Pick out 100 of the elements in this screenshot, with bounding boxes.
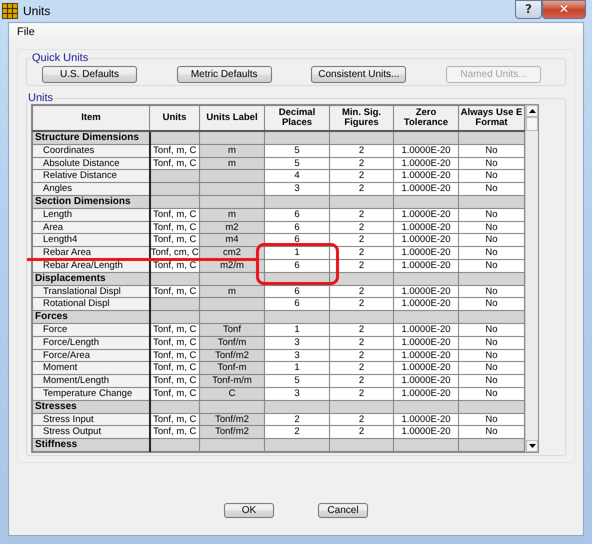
table-cell[interactable]: m bbox=[200, 157, 264, 170]
table-cell[interactable]: No bbox=[458, 170, 524, 183]
column-header[interactable]: Zero Tolerance bbox=[394, 106, 458, 131]
table-cell[interactable]: No bbox=[458, 259, 524, 272]
table-cell[interactable]: No bbox=[458, 426, 524, 439]
quick-units-button[interactable]: U.S. Defaults bbox=[42, 66, 137, 83]
table-cell[interactable]: 1.0000E-20 bbox=[394, 144, 458, 158]
table-cell[interactable]: 1.0000E-20 bbox=[394, 157, 458, 170]
table-cell[interactable]: No bbox=[458, 362, 524, 375]
table-cell[interactable]: 6 bbox=[264, 285, 330, 298]
table-cell[interactable]: m bbox=[200, 285, 264, 298]
table-cell[interactable]: No bbox=[458, 387, 524, 400]
table-cell[interactable]: Tonf/m2 bbox=[200, 349, 264, 362]
table-cell[interactable]: No bbox=[458, 374, 524, 388]
table-cell[interactable]: 1.0000E-20 bbox=[394, 298, 458, 311]
table-cell[interactable]: 3 bbox=[264, 336, 330, 350]
table-cell[interactable]: 2 bbox=[330, 144, 394, 158]
table-cell[interactable]: 2 bbox=[330, 221, 394, 234]
table-cell[interactable]: No bbox=[458, 298, 524, 311]
table-cell[interactable]: 2 bbox=[330, 413, 394, 426]
table-cell[interactable]: 1.0000E-20 bbox=[394, 413, 458, 426]
column-header[interactable]: Min. Sig. Figures bbox=[330, 106, 394, 131]
table-cell[interactable]: m2 bbox=[200, 221, 264, 234]
table-cell[interactable]: 2 bbox=[264, 413, 330, 426]
table-cell[interactable]: No bbox=[458, 221, 524, 234]
table-cell[interactable]: 2 bbox=[330, 349, 394, 362]
table-cell[interactable]: 2 bbox=[330, 157, 394, 170]
table-cell[interactable]: 1.0000E-20 bbox=[394, 349, 458, 362]
table-cell[interactable]: No bbox=[458, 182, 524, 196]
table-cell[interactable]: No bbox=[458, 323, 524, 336]
table-cell[interactable]: C bbox=[200, 387, 264, 400]
quick-units-button[interactable]: Metric Defaults bbox=[176, 66, 272, 83]
table-cell[interactable]: 2 bbox=[330, 323, 394, 336]
table-cell[interactable]: 6 bbox=[264, 208, 330, 222]
table-cell[interactable]: 1.0000E-20 bbox=[394, 182, 458, 196]
table-cell[interactable]: 1.0000E-20 bbox=[394, 426, 458, 439]
table-cell[interactable]: No bbox=[458, 144, 524, 158]
menu-item[interactable]: File bbox=[17, 26, 35, 38]
table-cell[interactable]: m bbox=[200, 144, 264, 158]
table-cell[interactable]: 1.0000E-20 bbox=[394, 336, 458, 350]
table-cell[interactable]: 1.0000E-20 bbox=[394, 170, 458, 183]
table-cell[interactable]: 2 bbox=[330, 208, 394, 222]
table-cell[interactable]: No bbox=[458, 208, 524, 222]
table-cell[interactable]: 1.0000E-20 bbox=[394, 285, 458, 298]
table-cell[interactable]: 2 bbox=[330, 426, 394, 439]
table-cell[interactable]: No bbox=[458, 349, 524, 362]
table-cell[interactable]: No bbox=[458, 246, 524, 260]
table-cell[interactable]: 3 bbox=[264, 387, 330, 400]
dialog-button[interactable]: Cancel bbox=[318, 503, 368, 518]
table-cell[interactable]: 5 bbox=[264, 157, 330, 170]
close-button[interactable]: ✕ bbox=[542, 0, 586, 18]
table-cell[interactable]: Tonf-m bbox=[200, 362, 264, 375]
table-cell[interactable] bbox=[200, 182, 264, 196]
table-cell[interactable]: 1.0000E-20 bbox=[394, 362, 458, 375]
table-cell[interactable]: 2 bbox=[330, 387, 394, 400]
table-cell[interactable]: 2 bbox=[330, 362, 394, 375]
table-cell[interactable]: 2 bbox=[330, 285, 394, 298]
scrollbar[interactable] bbox=[525, 105, 538, 452]
table-cell[interactable]: 5 bbox=[264, 144, 330, 158]
table-cell[interactable]: Tonf bbox=[200, 323, 264, 336]
table-cell[interactable]: 2 bbox=[330, 374, 394, 388]
table-cell[interactable]: 3 bbox=[264, 182, 330, 196]
table-cell[interactable]: m bbox=[200, 208, 264, 222]
table-cell[interactable]: 1 bbox=[264, 323, 330, 336]
table-cell[interactable]: No bbox=[458, 234, 524, 247]
table-cell[interactable]: 1.0000E-20 bbox=[394, 323, 458, 336]
table-cell[interactable]: Tonf/m2 bbox=[200, 426, 264, 439]
table-cell[interactable]: 1 bbox=[264, 362, 330, 375]
table-cell[interactable]: 1.0000E-20 bbox=[394, 246, 458, 260]
table-cell[interactable]: 1.0000E-20 bbox=[394, 208, 458, 222]
table-cell[interactable]: 1.0000E-20 bbox=[394, 234, 458, 247]
table-cell[interactable]: 2 bbox=[264, 426, 330, 439]
table-cell[interactable] bbox=[200, 170, 264, 183]
table-cell[interactable]: 1.0000E-20 bbox=[394, 259, 458, 272]
table-cell[interactable]: 1.0000E-20 bbox=[394, 387, 458, 400]
table-cell[interactable]: No bbox=[458, 157, 524, 170]
table-cell[interactable]: 2 bbox=[330, 336, 394, 350]
table-cell[interactable]: 4 bbox=[264, 170, 330, 183]
table-cell[interactable]: 1.0000E-20 bbox=[394, 374, 458, 388]
table-cell[interactable]: No bbox=[458, 285, 524, 298]
table-cell[interactable]: 1 bbox=[264, 246, 330, 260]
quick-units-button[interactable]: Consistent Units... bbox=[311, 66, 406, 83]
table-cell[interactable]: 1.0000E-20 bbox=[394, 221, 458, 234]
column-header[interactable]: Item bbox=[32, 106, 150, 131]
help-button[interactable]: ? bbox=[515, 0, 542, 18]
scrollbar-thumb[interactable] bbox=[526, 117, 538, 131]
table-cell[interactable]: No bbox=[458, 413, 524, 426]
table-cell[interactable]: 6 bbox=[264, 259, 330, 272]
table-cell[interactable]: 2 bbox=[330, 170, 394, 183]
table-cell[interactable]: Tonf/m2 bbox=[200, 413, 264, 426]
table-cell[interactable]: Tonf-m/m bbox=[200, 374, 264, 388]
table-cell[interactable]: Tonf/m bbox=[200, 336, 264, 350]
table-cell[interactable] bbox=[200, 298, 264, 311]
dialog-button[interactable]: OK bbox=[224, 503, 274, 518]
table-cell[interactable]: 3 bbox=[264, 349, 330, 362]
table-cell[interactable]: 2 bbox=[330, 298, 394, 311]
table-cell[interactable]: No bbox=[458, 336, 524, 350]
column-header[interactable]: Always Use E Format bbox=[458, 106, 524, 131]
table-cell[interactable]: 2 bbox=[330, 182, 394, 196]
column-header[interactable]: Units Label bbox=[200, 106, 264, 131]
